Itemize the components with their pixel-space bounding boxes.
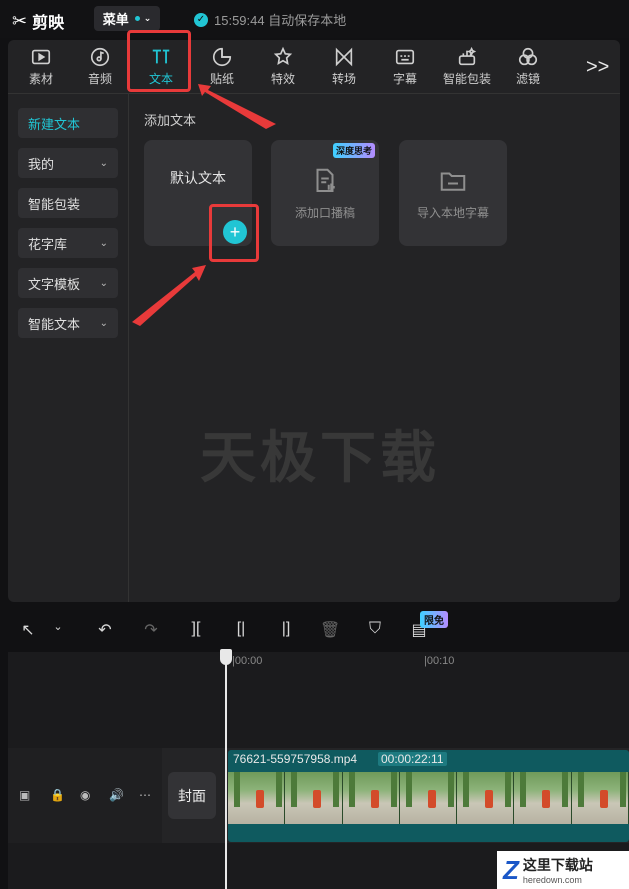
- site-logo-url: heredown.com: [522, 875, 582, 885]
- site-logo-title: 这里下载站: [522, 857, 593, 873]
- cover-button[interactable]: 封面: [168, 772, 216, 819]
- redo-icon[interactable]: ↷: [141, 620, 161, 640]
- clip-thumbnail: [571, 772, 629, 824]
- eye-icon[interactable]: ◉: [80, 788, 90, 802]
- chevron-down-icon[interactable]: ⌄: [48, 620, 68, 640]
- delete-icon[interactable]: 🗑: [320, 620, 340, 640]
- clip-duration: 00:00:22:11: [378, 752, 447, 766]
- clip-thumbnails: [228, 772, 629, 824]
- free-badge: 限免: [420, 611, 448, 628]
- site-logo: Z 这里下载站 heredown.com: [497, 851, 629, 889]
- clip-thumbnail: [399, 772, 458, 824]
- site-logo-text: 这里下载站 heredown.com: [523, 855, 593, 885]
- clip-filename: 76621-559757958.mp4: [231, 752, 360, 766]
- ruler-tick-label: |00:10: [424, 655, 455, 667]
- clip-thumbnail: [342, 772, 400, 824]
- clip-thumbnail: [457, 772, 515, 824]
- video-track-icon: ▣: [19, 788, 31, 802]
- arrow-to-text-tab: [198, 84, 276, 129]
- lock-icon[interactable]: 🔒: [50, 788, 65, 802]
- marker-icon[interactable]: ⛉: [365, 620, 385, 640]
- volume-icon[interactable]: 🔊: [109, 788, 124, 802]
- ruler-tick-label: |00:00: [232, 655, 263, 667]
- arrow-to-add-button: [132, 265, 206, 326]
- site-logo-mark: Z: [503, 854, 519, 885]
- trim-left-icon[interactable]: [|: [231, 620, 251, 640]
- clip-thumbnail: [514, 772, 572, 824]
- select-cursor-icon[interactable]: ↖: [18, 620, 38, 640]
- playhead-handle[interactable]: [220, 649, 232, 665]
- trim-right-icon[interactable]: |]: [276, 620, 296, 640]
- undo-icon[interactable]: ↶: [95, 620, 115, 640]
- clip-thumbnail: [228, 772, 286, 824]
- clip-thumbnail: [285, 772, 343, 824]
- playhead[interactable]: [225, 652, 227, 889]
- more-options-icon[interactable]: ⋯: [139, 788, 151, 802]
- split-icon[interactable]: ][: [186, 620, 206, 640]
